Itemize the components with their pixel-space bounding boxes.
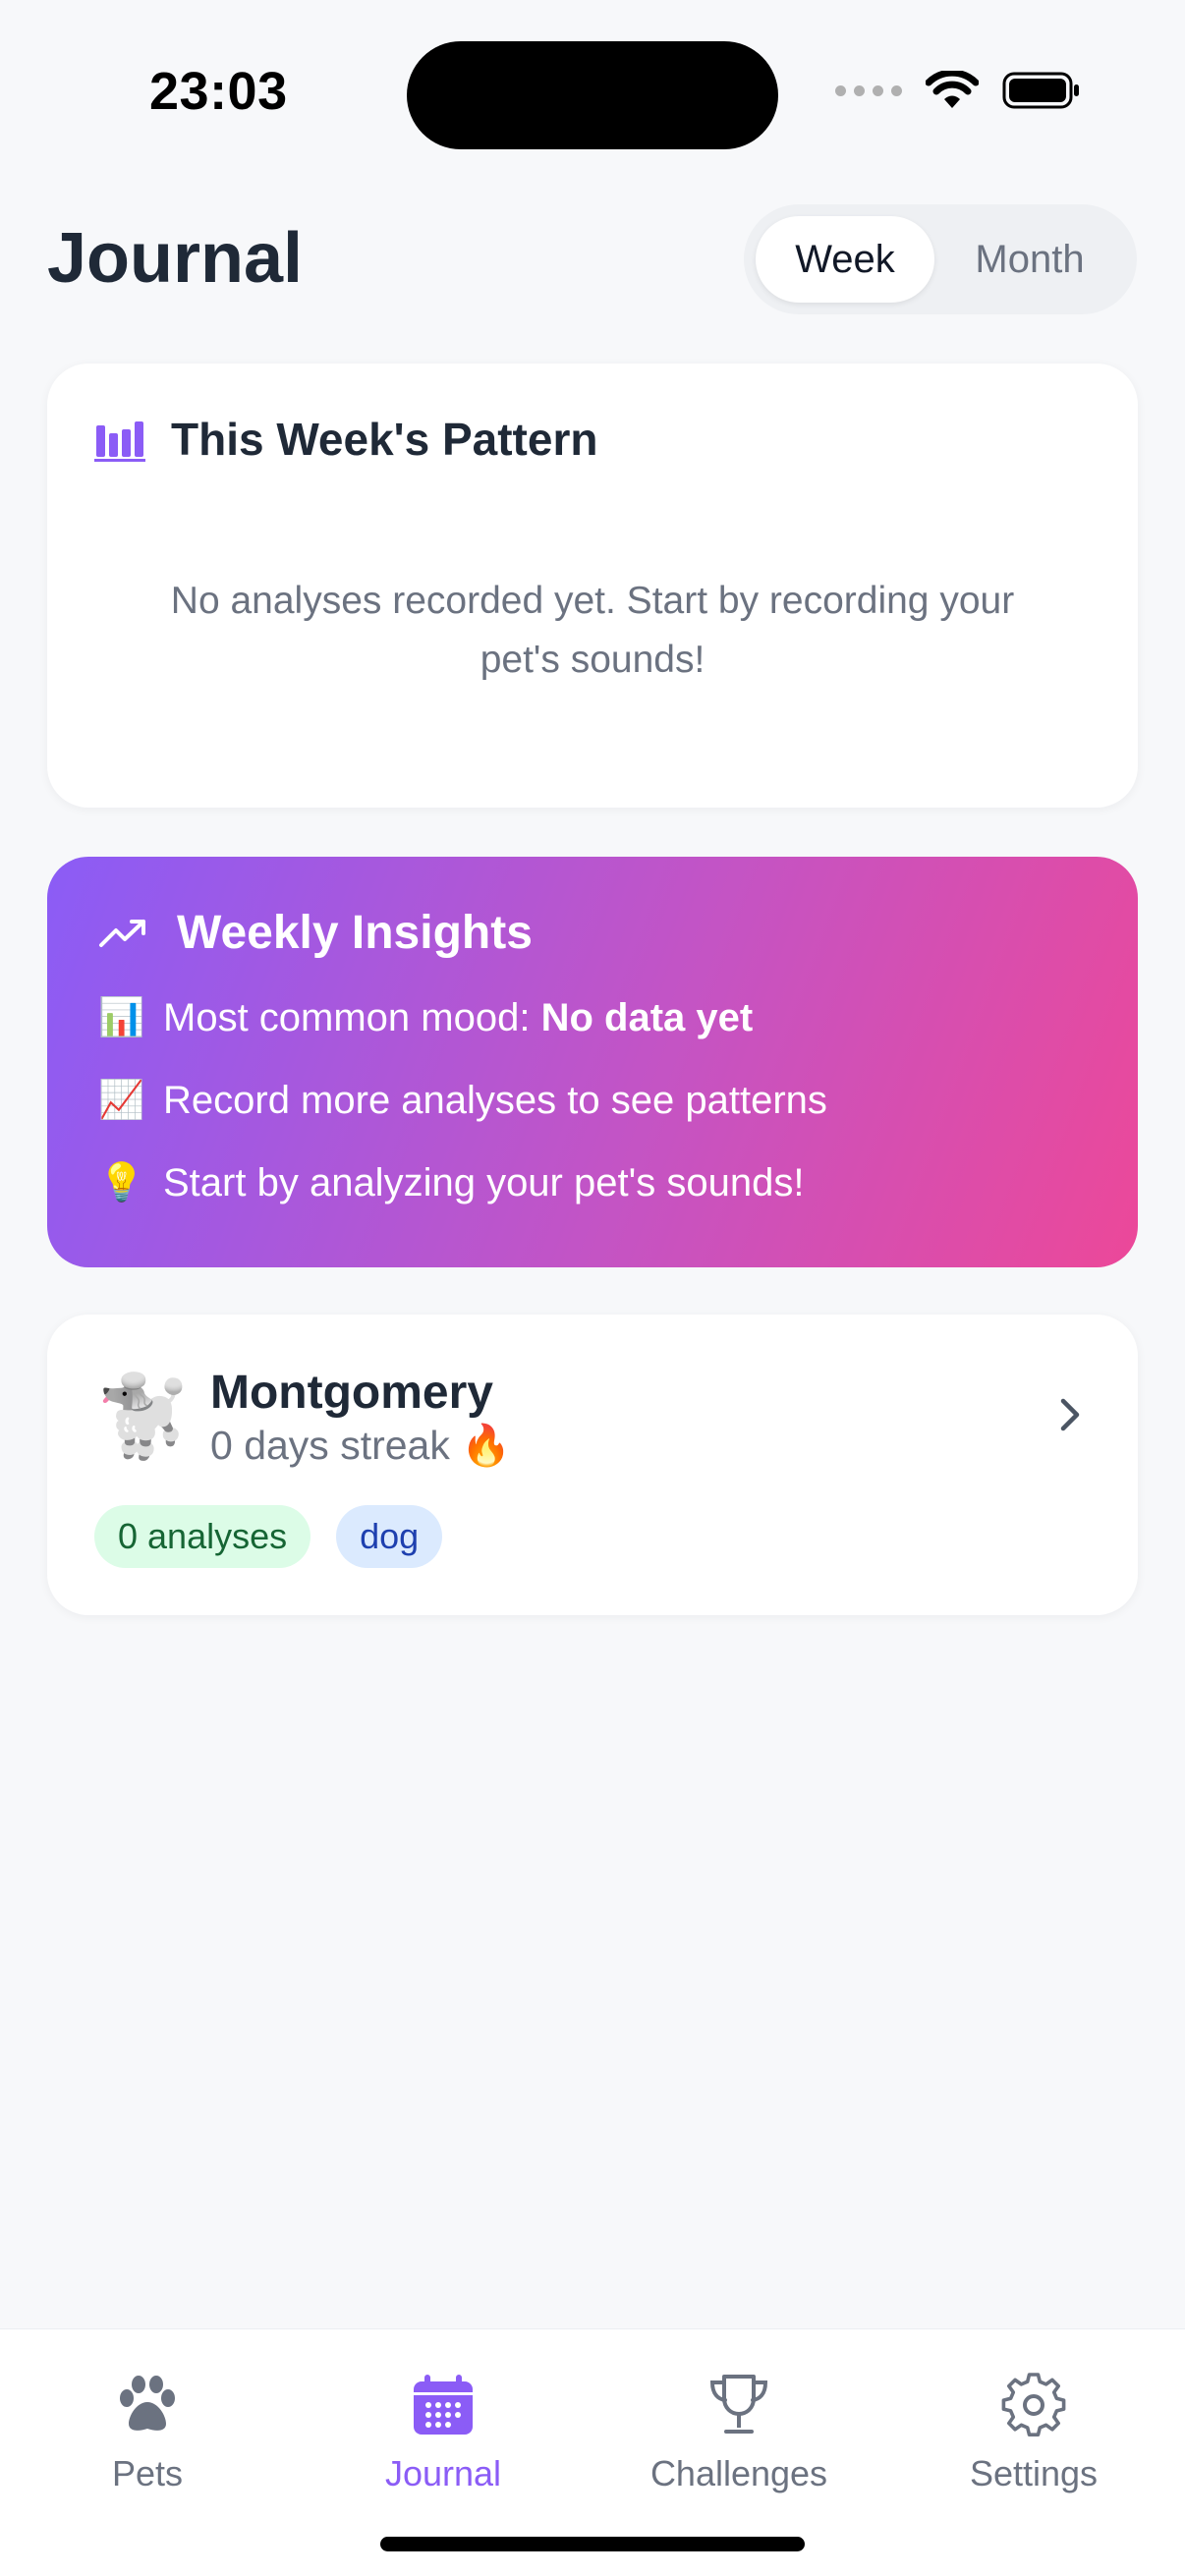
weekly-insights-header: Weekly Insights	[98, 906, 533, 960]
analyses-count-badge: 0 analyses	[94, 1505, 311, 1568]
week-pattern-title: This Week's Pattern	[171, 414, 598, 465]
segment-week[interactable]: Week	[756, 216, 934, 303]
tab-journal[interactable]: Journal	[315, 2373, 571, 2494]
period-segmented-control: Week Month	[744, 204, 1137, 314]
insight-text: Record more analyses to see patterns	[163, 1078, 827, 1122]
insight-row-patterns: 📈 Record more analyses to see patterns	[98, 1077, 827, 1124]
week-pattern-card: This Week's Pattern No analyses recorded…	[47, 364, 1138, 808]
tab-pets-label: Pets	[111, 2453, 184, 2493]
tab-settings-label: Settings	[969, 2453, 1099, 2493]
cellular-signal-icon	[835, 84, 902, 96]
tab-challenges[interactable]: Challenges	[611, 2373, 867, 2494]
bar-chart-icon	[94, 421, 145, 462]
trophy-icon	[709, 2375, 768, 2434]
battery-icon	[1002, 72, 1079, 109]
chevron-right-icon[interactable]	[1057, 1395, 1083, 1434]
empty-state-message: No analyses recorded yet. Start by recor…	[170, 580, 1015, 681]
pet-tags: 0 analyses dog	[94, 1505, 443, 1568]
weekly-insights-card: Weekly Insights 📊 Most common mood: No d…	[47, 857, 1138, 1267]
tab-pets[interactable]: Pets	[20, 2373, 275, 2494]
dynamic-island	[407, 41, 778, 149]
pet-streak: 0 days streak 🔥	[210, 1423, 512, 1468]
bar-chart-emoji-icon: 📊	[98, 997, 145, 1038]
home-indicator	[380, 2537, 805, 2551]
lightbulb-emoji-icon: 💡	[98, 1162, 145, 1204]
journal-screen: 23:03 Journal Week Month This Week's Pat…	[0, 0, 1185, 2576]
trending-up-icon	[99, 919, 145, 947]
calendar-icon	[414, 2375, 473, 2435]
tab-settings[interactable]: Settings	[906, 2373, 1161, 2494]
insight-text: Start by analyzing your pet's sounds!	[163, 1160, 805, 1204]
poodle-emoji-icon: 🐩	[94, 1372, 193, 1460]
segment-month[interactable]: Month	[934, 216, 1125, 303]
insight-row-mood: 📊 Most common mood: No data yet	[98, 994, 753, 1041]
status-time: 23:03	[149, 62, 288, 121]
wifi-icon	[926, 71, 979, 108]
pet-name: Montgomery	[210, 1367, 493, 1419]
status-icons	[835, 71, 1081, 110]
insight-row-tip: 💡 Start by analyzing your pet's sounds!	[98, 1159, 804, 1206]
insight-text: Most common mood:	[163, 995, 541, 1039]
tab-challenges-label: Challenges	[649, 2453, 828, 2493]
tab-journal-label: Journal	[384, 2453, 502, 2493]
gear-icon	[1001, 2373, 1066, 2437]
paw-icon	[120, 2376, 175, 2431]
insight-mood-value: No data yet	[540, 995, 754, 1039]
pet-card-montgomery[interactable]: 🐩 Montgomery 0 days streak 🔥 0 analyses …	[47, 1315, 1138, 1615]
species-badge: dog	[336, 1505, 443, 1568]
week-pattern-header: This Week's Pattern	[94, 413, 597, 466]
weekly-insights-title: Weekly Insights	[177, 907, 533, 959]
trend-chart-emoji-icon: 📈	[98, 1080, 145, 1121]
page-title: Journal	[47, 219, 304, 298]
